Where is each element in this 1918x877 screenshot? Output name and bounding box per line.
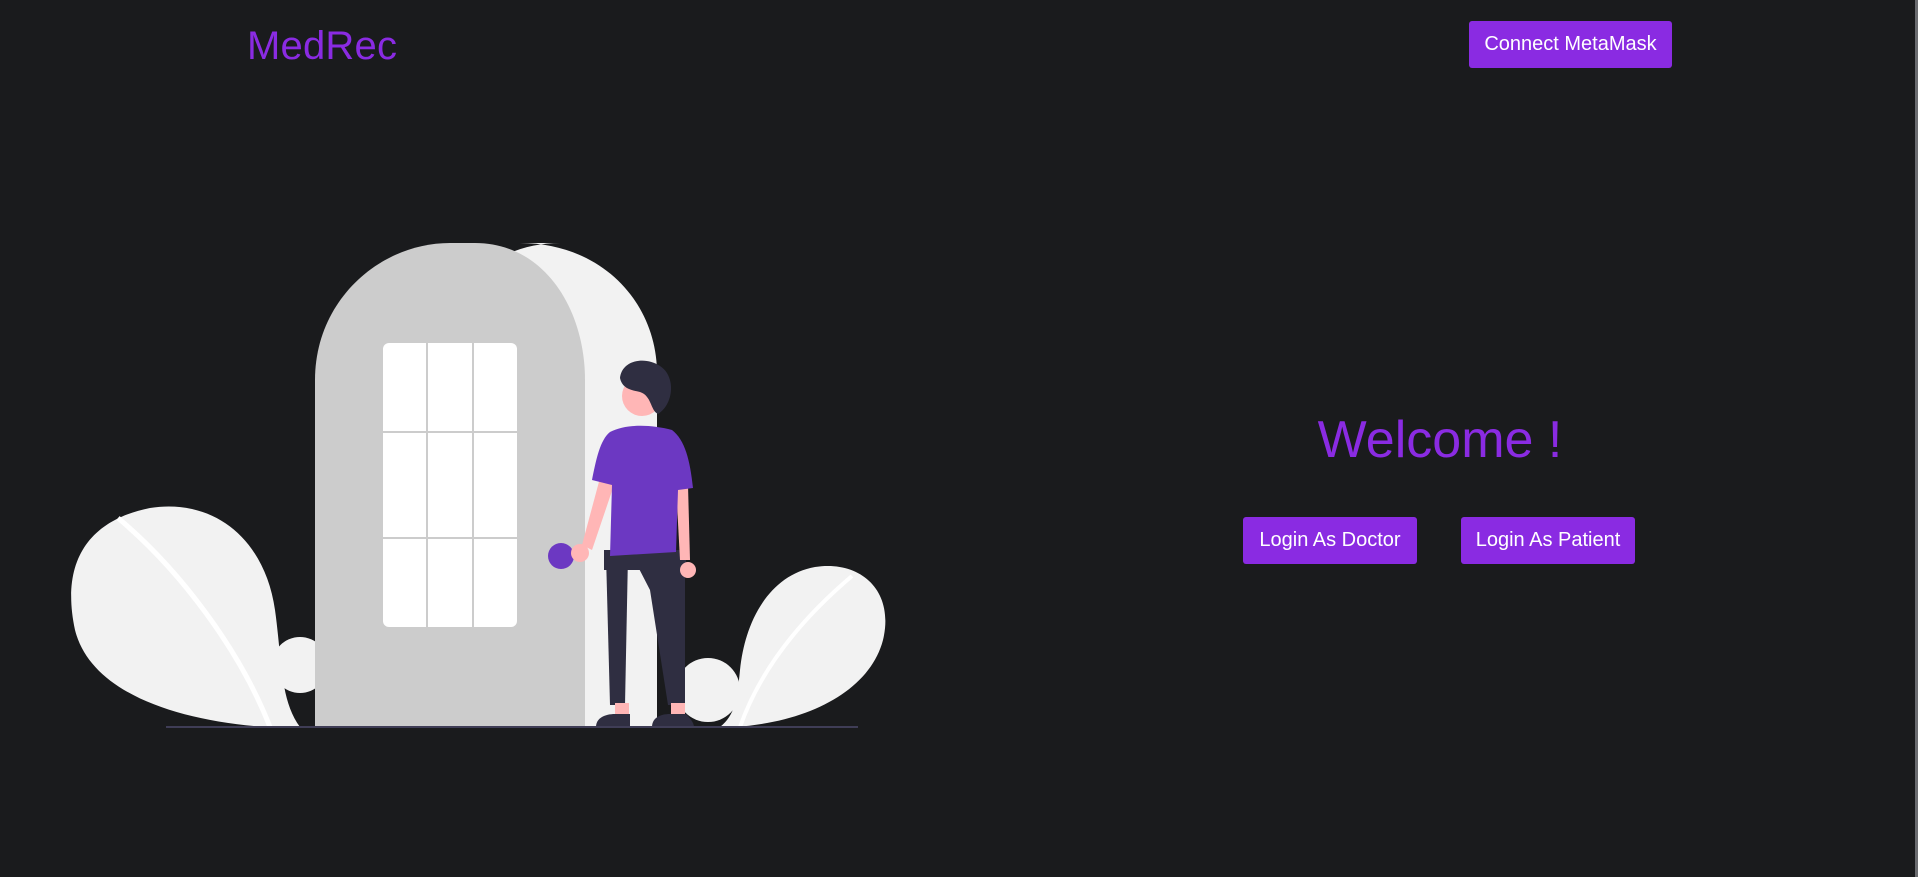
door-window — [383, 343, 517, 627]
person-at-door-illustration — [71, 243, 886, 728]
login-patient-button[interactable]: Login As Patient — [1461, 517, 1635, 564]
left-leaf — [71, 506, 300, 727]
door-knob — [548, 543, 574, 569]
welcome-heading: Welcome ! — [1317, 411, 1563, 469]
landing-page: MedRec Connect MetaMask Welcome ! Login … — [0, 0, 1918, 877]
right-leaf — [720, 565, 886, 727]
login-doctor-button[interactable]: Login As Doctor — [1243, 517, 1417, 564]
connect-metamask-button[interactable]: Connect MetaMask — [1469, 21, 1672, 68]
right-small-bush — [676, 658, 740, 722]
